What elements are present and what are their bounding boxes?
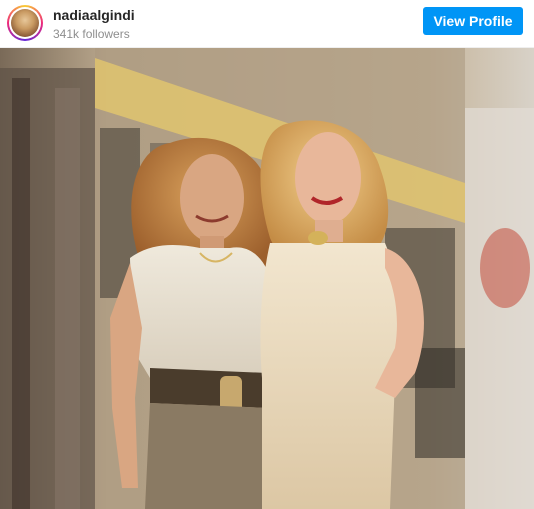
avatar[interactable] [7, 5, 43, 41]
follower-count: 341k followers [53, 27, 130, 41]
avatar-ring [9, 7, 41, 39]
username[interactable]: nadiaalgindi [53, 7, 135, 24]
view-profile-button[interactable]: View Profile [423, 7, 523, 35]
user-block: nadiaalgindi 341k followers [53, 7, 135, 42]
post-photo-illustration [0, 48, 534, 509]
avatar-photo [11, 9, 39, 37]
post-photo[interactable] [0, 48, 534, 509]
embed-header: nadiaalgindi 341k followers View Profile [0, 0, 534, 48]
